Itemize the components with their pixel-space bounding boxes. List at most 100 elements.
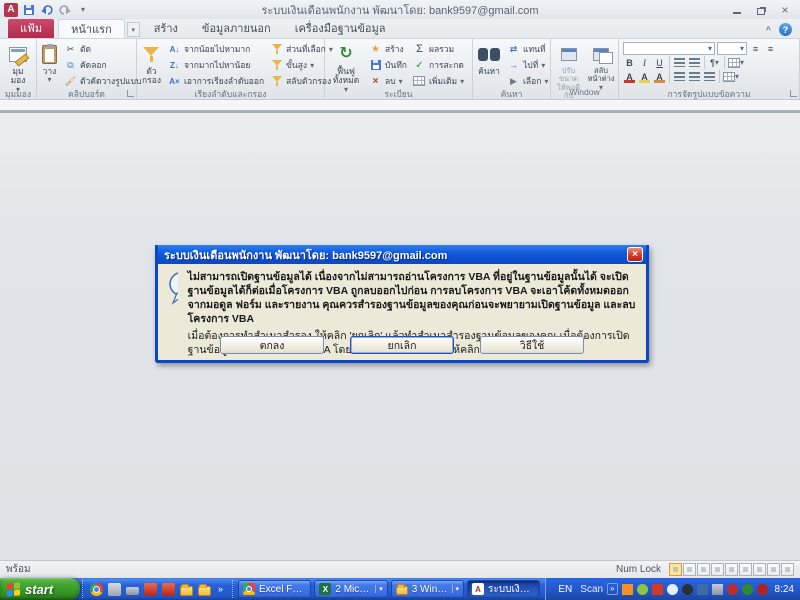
font-size-combo[interactable]: ▾ (717, 42, 747, 55)
new-record-button[interactable]: ★สร้าง (367, 41, 409, 57)
folder-icon[interactable] (180, 586, 193, 596)
foxit-icon[interactable] (144, 583, 157, 596)
tray-icon-badge[interactable] (757, 584, 768, 595)
tray-overflow-icon[interactable]: » (607, 583, 617, 595)
sort-descending-button[interactable]: Z↓จากมากไปหาน้อย (166, 57, 266, 73)
tray-icon-status[interactable] (742, 584, 753, 595)
dialog-launcher-icon[interactable] (790, 90, 797, 97)
new-icon: ★ (369, 43, 382, 55)
align-right-button[interactable] (703, 70, 716, 83)
help-button[interactable]: วิธีใช้ (480, 336, 584, 354)
undo-button[interactable] (40, 3, 54, 17)
tab-file[interactable]: แฟ้ม (8, 19, 54, 38)
tool-icon[interactable] (108, 583, 121, 596)
tab-create[interactable]: สร้าง (142, 19, 190, 38)
tray-icon-green[interactable] (637, 584, 648, 595)
view-shortcut-button[interactable] (753, 563, 766, 576)
text-direction-button[interactable]: ¶▾ (708, 56, 721, 69)
underline-button[interactable]: U (653, 56, 666, 69)
tray-icon-shield[interactable] (667, 584, 678, 595)
table-style-button[interactable]: ▾ (723, 70, 739, 83)
tray-icon-network[interactable] (712, 584, 723, 595)
save-record-button[interactable]: บันทึก (367, 57, 409, 73)
font-name-combo[interactable]: ▾ (623, 42, 715, 55)
cancel-button[interactable]: ยกเลิก (350, 336, 454, 354)
chevron-down-icon: ▾ (310, 61, 314, 70)
close-button[interactable]: × (778, 4, 792, 16)
dialog-titlebar[interactable]: ระบบเงินเดือนพนักงาน พัฒนาโดย: bank9597@… (158, 245, 646, 264)
view-shortcut-button[interactable] (683, 563, 696, 576)
minimize-ribbon-icon[interactable]: ^ (766, 25, 771, 35)
copy-button[interactable]: ⧉คัดลอก (62, 57, 143, 73)
numbering-button[interactable]: ≡ (764, 42, 777, 55)
scan-tray-label[interactable]: Scan (580, 584, 603, 595)
bullets-button[interactable]: ≡ (749, 42, 762, 55)
language-indicator[interactable]: EN (554, 583, 576, 596)
view-shortcut-button[interactable] (669, 563, 682, 576)
restore-button[interactable] (754, 4, 768, 16)
align-center-icon (689, 72, 700, 81)
view-shortcut-button[interactable] (725, 563, 738, 576)
gridlines-button[interactable]: ▾ (728, 56, 744, 69)
start-button[interactable]: start (0, 578, 80, 600)
tray-icon-display[interactable] (697, 584, 708, 595)
tab-external-data[interactable]: ข้อมูลภายนอก (190, 19, 283, 38)
chevron-down-icon: ▾ (131, 26, 135, 34)
replace-button[interactable]: ⇄แทนที่ (505, 41, 550, 57)
paste-icon (42, 45, 57, 64)
chrome-icon[interactable] (90, 583, 103, 596)
task-excel-forum[interactable]: Excel Forum •... (238, 580, 311, 598)
spelling-button[interactable]: ✓การสะกด (411, 57, 466, 73)
tray-icon-dark[interactable] (682, 584, 693, 595)
task-access-payroll[interactable]: A ระบบเงินเดือน... (467, 580, 540, 598)
view-shortcut-button[interactable] (781, 563, 794, 576)
toggle-filter-icon (272, 76, 282, 86)
cut-button[interactable]: ✂ตัด (62, 41, 143, 57)
ok-button[interactable]: ตกลง (220, 336, 324, 354)
bold-button[interactable]: B (623, 56, 636, 69)
sort-ascending-button[interactable]: A↓จากน้อยไปหามาก (166, 41, 266, 57)
tab-dropdown[interactable]: ▾ (127, 22, 140, 37)
qat-customize-button[interactable]: ▾ (76, 3, 90, 17)
filter-button[interactable]: ตัวกรอง (139, 41, 164, 89)
view-shortcut-button[interactable] (711, 563, 724, 576)
background-color-button[interactable]: A (653, 70, 666, 83)
dialog-buttons: ตกลง ยกเลิก วิธีใช้ (158, 336, 646, 354)
save-button[interactable] (22, 3, 36, 17)
select-icon: ▶ (507, 75, 520, 87)
view-shortcut-button[interactable] (697, 563, 710, 576)
align-center-button[interactable] (688, 70, 701, 83)
italic-button[interactable]: I (638, 56, 651, 69)
totals-button[interactable]: Σผลรวม (411, 41, 466, 57)
help-icon[interactable]: ? (779, 23, 792, 36)
goto-button[interactable]: →ไปที่▾ (505, 57, 550, 73)
font-color-button[interactable]: A (623, 70, 636, 83)
task-microsoft-group[interactable]: X 2 Microsoft ... ▾ (314, 580, 387, 598)
dialog-close-button[interactable]: × (627, 247, 643, 262)
increase-indent-button[interactable] (688, 56, 701, 69)
tray-icon-alert[interactable] (727, 584, 738, 595)
tray-icon-orange[interactable] (622, 584, 633, 595)
chevron-down-icon: ▾ (708, 44, 712, 53)
highlight-color-button[interactable]: A (638, 70, 651, 83)
access-app-icon[interactable]: A (4, 3, 18, 17)
tab-home[interactable]: หน้าแรก (58, 19, 125, 38)
dialog-title: ระบบเงินเดือนพนักงาน พัฒนาโดย: bank9597@… (164, 246, 627, 264)
decrease-indent-button[interactable] (673, 56, 686, 69)
folder-icon[interactable] (198, 586, 211, 596)
quick-launch-overflow-icon[interactable]: » (216, 584, 225, 594)
redo-button[interactable] (58, 3, 72, 17)
minimize-button[interactable] (730, 4, 744, 16)
paste-button[interactable]: วาง ▾ (39, 41, 60, 89)
view-shortcut-button[interactable] (767, 563, 780, 576)
task-windows-explorer-group[interactable]: 3 Windows E... ▾ (391, 580, 464, 598)
dialog-launcher-icon[interactable] (127, 90, 134, 97)
foxit-icon[interactable] (162, 583, 175, 596)
view-shortcut-button[interactable] (739, 563, 752, 576)
drive-icon[interactable] (126, 587, 139, 595)
tray-icon-red[interactable] (652, 584, 663, 595)
minimize-icon (733, 12, 741, 14)
find-button[interactable]: ค้นหา (475, 41, 503, 89)
align-left-button[interactable] (673, 70, 686, 83)
tab-database-tools[interactable]: เครื่องมือฐานข้อมูล (283, 19, 398, 38)
